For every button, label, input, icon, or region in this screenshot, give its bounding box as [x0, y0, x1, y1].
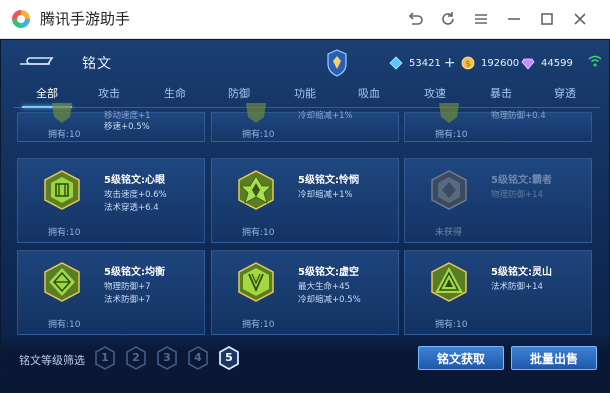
currency-coupon: 53421 + [389, 54, 456, 72]
maximize-icon [541, 13, 553, 25]
tab-penetration[interactable]: 穿透 [540, 83, 590, 107]
inscription-card-xukong[interactable]: 5级铭文:虚空 最大生命+45 冷却缩减+0.5% 拥有:10 [211, 250, 399, 335]
category-tabs: 全部 攻击 生命 防御 功能 吸血 攻速 暴击 穿透 [14, 83, 600, 108]
menu-icon [475, 14, 487, 24]
card-stat: 法术防御+7 [104, 295, 151, 305]
level-filter-2[interactable]: 2 [125, 346, 147, 370]
card-title: 5级铭文:灵山 [491, 267, 552, 278]
gem-value: 44599 [541, 57, 573, 69]
card-stat: 移速+0.5% [104, 122, 150, 132]
inscription-card-partial[interactable]: 物理防御+0.4 拥有:10 [404, 103, 592, 142]
level-filter-1[interactable]: 1 [94, 346, 116, 370]
card-stat: 物理防御+14 [491, 190, 543, 200]
inscription-card-partial[interactable]: 移动速度+1 移速+0.5% 拥有:10 [17, 103, 205, 142]
app-title: 腾讯手游助手 [40, 10, 131, 28]
level-filter-4[interactable]: 4 [187, 346, 209, 370]
refresh-button[interactable] [438, 9, 458, 29]
currency-gold: $ 192600 [461, 54, 519, 72]
inscription-acquire-button[interactable]: 铭文获取 [418, 346, 504, 370]
card-stat: 冷却缩减+0.5% [298, 295, 361, 305]
inscription-gem-icon [246, 103, 266, 123]
undo-button[interactable] [405, 9, 425, 29]
level-filter-5[interactable]: 5 [218, 345, 240, 371]
inscription-card-partial[interactable]: 冷却缩减+1% 拥有:10 [211, 103, 399, 142]
card-stat: 冷却缩减+1% [298, 190, 353, 200]
level-filter-3[interactable]: 3 [156, 346, 178, 370]
card-stat: 物理防御+0.4 [491, 111, 546, 121]
level-number: 5 [225, 351, 233, 364]
inscription-card-lianmin[interactable]: 5级铭文:怜悯 冷却缩减+1% 拥有:10 [211, 158, 399, 243]
minimize-icon [508, 18, 520, 20]
card-owned: 拥有:10 [48, 320, 81, 330]
inscription-gem-icon [44, 170, 80, 210]
level-number: 1 [101, 351, 109, 364]
card-stat: 最大生命+45 [298, 282, 350, 292]
close-icon [574, 13, 586, 25]
tab-utility[interactable]: 功能 [280, 83, 330, 107]
inscription-gem-icon [431, 262, 467, 302]
tab-health[interactable]: 生命 [150, 83, 200, 107]
card-title: 5级铭文:虚空 [298, 267, 359, 278]
inscription-card-lingshan[interactable]: 5级铭文:灵山 法术防御+14 拥有:10 [404, 250, 592, 335]
app-logo-icon [11, 9, 31, 29]
card-stat: 物理防御+7 [104, 282, 151, 292]
level-number: 3 [163, 351, 171, 364]
card-title: 5级铭文:怜悯 [298, 175, 359, 186]
batch-sell-button[interactable]: 批量出售 [511, 346, 597, 370]
level-filter-label: 铭文等级筛选 [19, 354, 85, 367]
maximize-button[interactable] [537, 9, 557, 29]
inscription-gem-icon [238, 170, 274, 210]
card-owned: 拥有:10 [242, 320, 275, 330]
card-owned: 拥有:10 [242, 228, 275, 238]
minimize-button[interactable] [504, 9, 524, 29]
card-title: 5级铭文:心眼 [104, 175, 165, 186]
card-title: 5级铭文:均衡 [104, 267, 165, 278]
gold-coin-icon: $ [461, 56, 475, 70]
emulator-titlebar: 腾讯手游助手 [0, 0, 610, 39]
level-number: 2 [132, 351, 140, 364]
inscription-card-xinyan[interactable]: 5级铭文:心眼 攻击速度+0.6% 法术穿透+6.4 拥有:10 [17, 158, 205, 243]
tab-lifesteal[interactable]: 吸血 [344, 83, 394, 107]
inscription-gem-icon [238, 262, 274, 302]
add-coupon-button[interactable]: + [444, 56, 456, 70]
level-number: 4 [194, 351, 202, 364]
card-stat: 冷却缩减+1% [298, 111, 353, 121]
wifi-icon [588, 55, 602, 67]
tab-attack[interactable]: 攻击 [84, 83, 134, 107]
card-owned: 拥有:10 [48, 228, 81, 238]
inscription-gem-icon [52, 103, 72, 123]
rank-badge-icon[interactable] [326, 49, 348, 77]
page-title: 铭文 [82, 56, 112, 72]
menu-button[interactable] [471, 9, 491, 29]
svg-text:$: $ [465, 59, 470, 68]
card-owned: 拥有:10 [435, 320, 468, 330]
card-owned: 未获得 [435, 228, 463, 238]
gold-value: 192600 [481, 57, 520, 69]
card-owned: 拥有:10 [48, 130, 81, 140]
close-button[interactable] [570, 9, 590, 29]
undo-icon [408, 12, 423, 25]
game-viewport: 铭文 53421 + $ 192600 44599 全部 攻击 生命 防御 功能… [0, 39, 610, 393]
inscription-gem-icon [439, 103, 459, 123]
inscription-card-bazhe[interactable]: 5级铭文:霸者 物理防御+14 未获得 [404, 158, 592, 243]
tab-label: 全部 [36, 87, 58, 100]
card-stat: 攻击速度+0.6% [104, 190, 167, 200]
card-stat: 法术穿透+6.4 [104, 203, 159, 213]
card-owned: 拥有:10 [435, 130, 468, 140]
inscription-gem-icon [44, 262, 80, 302]
coupon-value: 53421 [409, 57, 441, 69]
diamond-coupon-icon [389, 56, 403, 70]
card-stat: 法术防御+14 [491, 282, 543, 292]
tab-crit[interactable]: 暴击 [476, 83, 526, 107]
refresh-icon [442, 12, 454, 25]
card-owned: 拥有:10 [242, 130, 275, 140]
card-title: 5级铭文:霸者 [491, 175, 552, 186]
inscription-gem-locked-icon [431, 170, 467, 210]
inscription-card-junheng[interactable]: 5级铭文:均衡 物理防御+7 法术防御+7 拥有:10 [17, 250, 205, 335]
back-arrow-icon[interactable] [16, 54, 56, 74]
currency-gem: 44599 [521, 54, 573, 72]
gem-icon [521, 58, 535, 70]
